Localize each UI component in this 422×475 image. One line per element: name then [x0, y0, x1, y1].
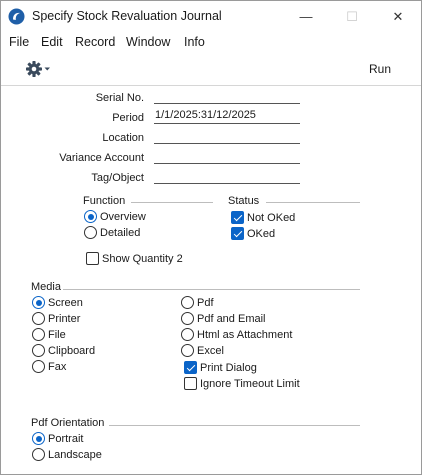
function-group-divider: [131, 202, 213, 203]
title-bar: Specify Stock Revaluation Journal — ☐ ✕: [1, 1, 421, 32]
radio-selected[interactable]: [32, 432, 45, 445]
option-label: Ignore Timeout Limit: [200, 378, 300, 390]
menu-file[interactable]: File: [9, 35, 29, 49]
pdf-orientation-group-title: Pdf Orientation: [31, 417, 105, 429]
radio-unselected[interactable]: [181, 328, 194, 341]
period-label: Period: [112, 112, 144, 124]
radio-unselected[interactable]: [32, 344, 45, 357]
radio-unselected[interactable]: [84, 226, 97, 239]
option-label: Fax: [48, 361, 67, 373]
menu-bar: File Edit Record Window Info: [1, 32, 421, 52]
option-label: Overview: [100, 211, 146, 223]
option-label: Excel: [197, 345, 224, 357]
window-title: Specify Stock Revaluation Journal: [32, 9, 222, 23]
variance-account-field[interactable]: [154, 149, 300, 164]
menu-record[interactable]: Record: [75, 35, 115, 49]
close-button[interactable]: ✕: [375, 1, 421, 32]
location-field[interactable]: [154, 129, 300, 144]
radio-unselected[interactable]: [181, 344, 194, 357]
radio-unselected[interactable]: [32, 312, 45, 325]
status-group-divider: [266, 202, 360, 203]
function-group-title: Function: [83, 195, 126, 207]
location-label: Location: [102, 132, 144, 144]
media-group-divider: [63, 289, 360, 290]
variance-account-label: Variance Account: [59, 152, 144, 164]
minimize-button[interactable]: —: [283, 1, 329, 32]
gear-icon[interactable]: [25, 59, 57, 79]
dialog-window: Specify Stock Revaluation Journal — ☐ ✕ …: [0, 0, 422, 475]
pdf-orientation-group-divider: [109, 425, 360, 426]
option-label: Show Quantity 2: [102, 253, 183, 265]
run-button[interactable]: Run: [369, 62, 391, 76]
option-label: Printer: [48, 313, 81, 325]
option-label: Clipboard: [48, 345, 96, 357]
app-logo-icon: [8, 8, 25, 25]
option-label: Html as Attachment: [197, 329, 293, 341]
option-label: Screen: [48, 297, 83, 309]
option-label: Portrait: [48, 433, 84, 445]
checkbox-checked[interactable]: [231, 227, 244, 240]
option-label: File: [48, 329, 66, 341]
menu-info[interactable]: Info: [184, 35, 205, 49]
checkbox-unchecked[interactable]: [184, 377, 197, 390]
period-field[interactable]: 1/1/2025:31/12/2025: [154, 109, 300, 124]
radio-unselected[interactable]: [181, 312, 194, 325]
option-label: Pdf: [197, 297, 214, 309]
checkbox-checked[interactable]: [231, 211, 244, 224]
option-label: Not OKed: [247, 212, 296, 224]
status-group-title: Status: [228, 195, 260, 207]
media-group-title: Media: [31, 281, 61, 293]
radio-unselected[interactable]: [181, 296, 194, 309]
serial-no-label: Serial No.: [95, 92, 144, 104]
option-label: Pdf and Email: [197, 313, 266, 325]
option-label: Print Dialog: [200, 362, 257, 374]
tag-object-field[interactable]: [154, 169, 300, 184]
radio-unselected[interactable]: [32, 448, 45, 461]
option-label: OKed: [247, 228, 276, 240]
radio-selected[interactable]: [84, 210, 97, 223]
tag-object-label: Tag/Object: [91, 172, 144, 184]
menu-edit[interactable]: Edit: [41, 35, 63, 49]
chevron-down-icon: [44, 67, 50, 71]
toolbar: Run: [1, 53, 421, 86]
maximize-button[interactable]: ☐: [329, 1, 375, 32]
radio-selected[interactable]: [32, 296, 45, 309]
radio-unselected[interactable]: [32, 328, 45, 341]
option-label: Landscape: [48, 449, 102, 461]
menu-window[interactable]: Window: [126, 35, 170, 49]
option-label: Detailed: [100, 227, 141, 239]
radio-unselected[interactable]: [32, 360, 45, 373]
checkbox-unchecked[interactable]: [86, 252, 99, 265]
serial-no-field[interactable]: [154, 89, 300, 104]
checkbox-checked[interactable]: [184, 361, 197, 374]
